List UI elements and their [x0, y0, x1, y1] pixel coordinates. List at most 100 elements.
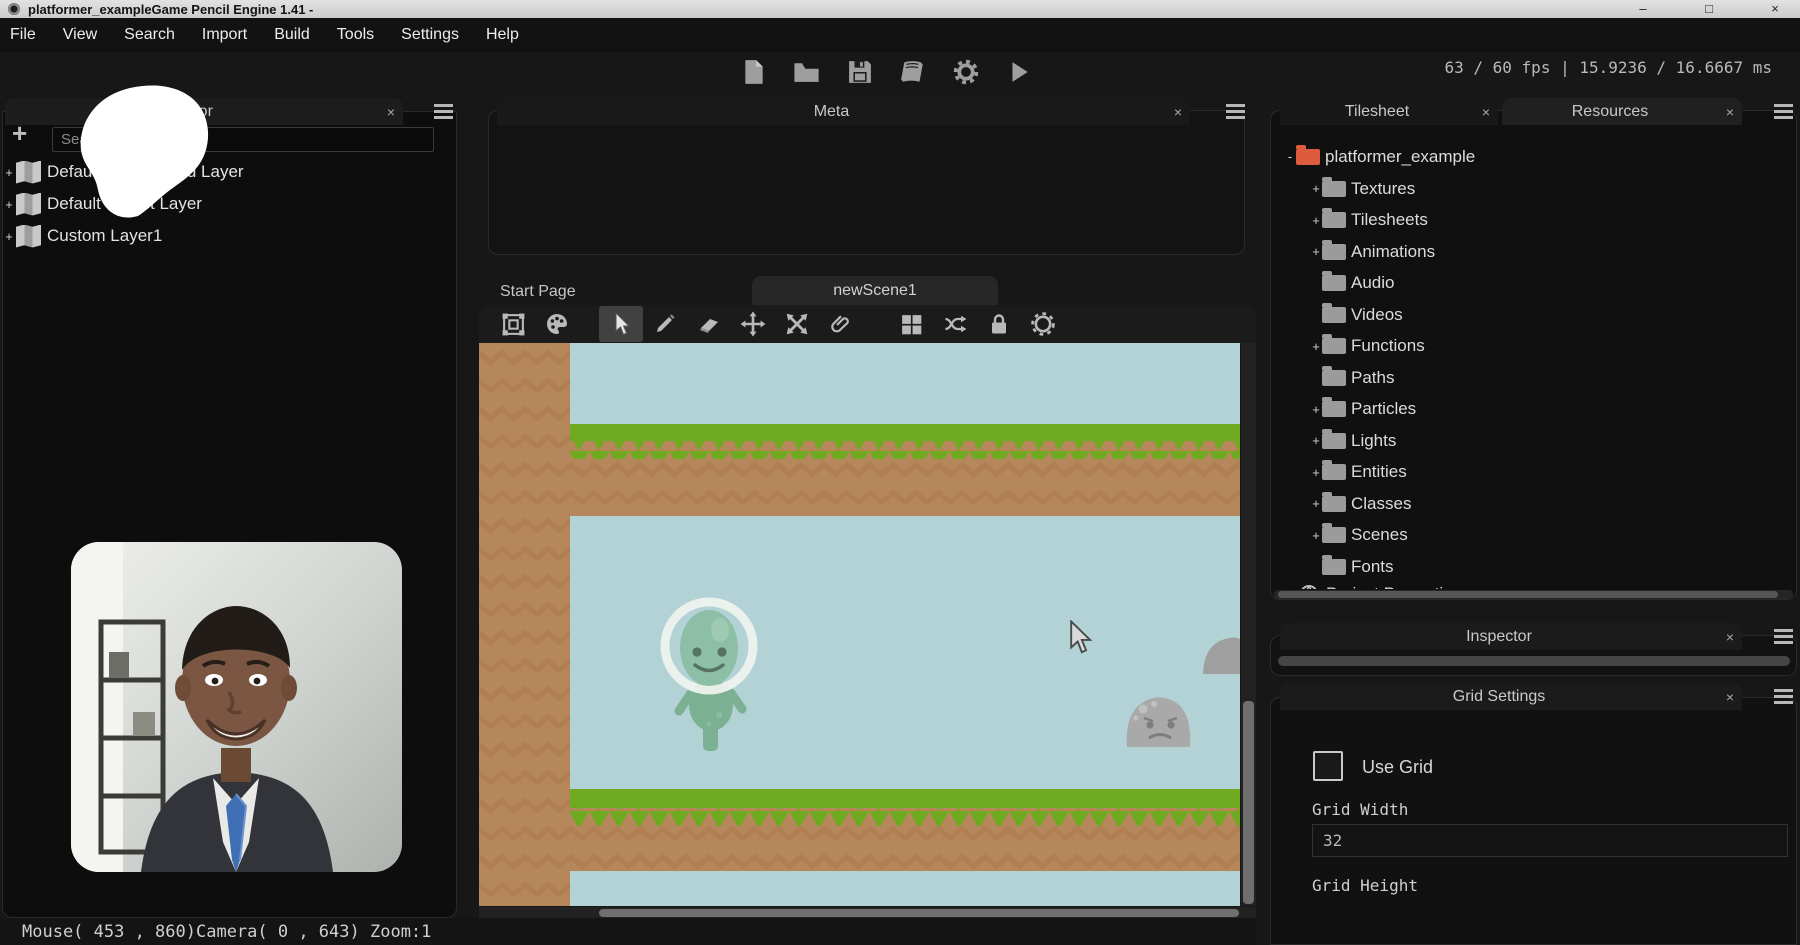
grid-settings-title: Grid Settings — [1280, 688, 1718, 706]
scene-toolbar — [479, 305, 1256, 343]
menu-settings[interactable]: Settings — [401, 26, 459, 44]
tree-row-functions[interactable]: +Functions — [1310, 331, 1425, 362]
run-play-icon[interactable] — [1005, 59, 1032, 86]
expand-icon[interactable]: + — [3, 229, 15, 244]
tree-row-project-properties[interactable]: Project Properties — [1298, 578, 1718, 589]
tab-grid-settings[interactable]: Grid Settings × — [1280, 683, 1742, 710]
grid-settings-menu-icon[interactable] — [1774, 689, 1793, 704]
expand-icon[interactable]: + — [3, 165, 15, 180]
tree-row-videos[interactable]: Videos — [1310, 299, 1403, 330]
eraser-icon[interactable] — [687, 306, 731, 342]
scene-frame-icon[interactable] — [491, 306, 535, 342]
expand-icon[interactable]: + — [1310, 244, 1322, 259]
palette-icon[interactable] — [535, 306, 579, 342]
pencil-icon[interactable] — [643, 306, 687, 342]
folder-icon — [1322, 559, 1346, 575]
tree-row-entities[interactable]: +Entities — [1310, 457, 1407, 488]
meta-panel-menu-icon[interactable] — [1226, 104, 1245, 119]
move-tool-icon[interactable] — [731, 306, 775, 342]
lock-icon[interactable] — [977, 306, 1021, 342]
scene-options-ring-icon[interactable] — [1021, 306, 1065, 342]
menu-view[interactable]: View — [63, 26, 97, 44]
tree-row-paths[interactable]: Paths — [1310, 362, 1394, 393]
menu-file[interactable]: File — [10, 26, 36, 44]
scene-tab-label: newScene1 — [833, 282, 917, 300]
shuffle-icon[interactable] — [933, 306, 977, 342]
folder-icon — [1322, 527, 1346, 543]
editor-close-icon[interactable]: × — [379, 104, 403, 120]
tiles-grid-icon[interactable] — [889, 306, 933, 342]
tree-row-particles[interactable]: + Particles — [1310, 394, 1416, 425]
manual-book-icon[interactable] — [899, 59, 926, 86]
tab-resources[interactable]: Resources × — [1502, 98, 1742, 125]
expand-icon[interactable]: + — [1310, 213, 1322, 228]
tab-meta[interactable]: Meta × — [497, 98, 1190, 125]
tree-row-tilesheets[interactable]: +Tilesheets — [1310, 205, 1428, 236]
tree-row-classes[interactable]: +Classes — [1310, 488, 1411, 519]
use-grid-checkbox[interactable] — [1313, 751, 1343, 781]
tree-row-audio[interactable]: Audio — [1310, 268, 1394, 299]
tilesheet-close-icon[interactable]: × — [1474, 104, 1498, 120]
folder-icon — [1322, 433, 1346, 449]
tab-start-page[interactable]: Start Page — [500, 278, 576, 305]
grid-settings-close-icon[interactable]: × — [1718, 689, 1742, 705]
grid-width-input[interactable] — [1312, 824, 1788, 857]
collapse-icon[interactable]: - — [1284, 149, 1296, 164]
tree-row-animations[interactable]: +Animations — [1310, 236, 1435, 267]
properties-icon — [1298, 583, 1320, 590]
menu-tools[interactable]: Tools — [337, 26, 374, 44]
expand-icon[interactable]: + — [1310, 496, 1322, 511]
scene-canvas[interactable] — [479, 343, 1240, 906]
folder-icon — [1322, 370, 1346, 386]
expand-icon[interactable]: + — [1310, 465, 1322, 480]
editor-panel-menu-icon[interactable] — [434, 104, 453, 119]
menu-build[interactable]: Build — [274, 26, 310, 44]
select-cursor-icon[interactable] — [599, 306, 643, 342]
folder-icon — [1322, 212, 1346, 228]
settings-gear-icon[interactable] — [952, 59, 979, 86]
transform-tool-icon[interactable] — [775, 306, 819, 342]
meta-close-icon[interactable]: × — [1166, 104, 1190, 120]
tab-tilesheet[interactable]: Tilesheet × — [1280, 98, 1498, 125]
maximize-button[interactable]: □ — [1694, 0, 1724, 18]
resources-tab-label: Resources — [1502, 103, 1718, 121]
menu-bar: File View Search Import Build Tools Sett… — [0, 18, 1800, 52]
tree-row-project-root[interactable]: - platformer_example — [1284, 141, 1475, 172]
expand-icon[interactable]: + — [1310, 181, 1322, 196]
expand-icon[interactable]: + — [1310, 528, 1322, 543]
resources-horizontal-scrollbar[interactable] — [1274, 590, 1793, 599]
canvas-vertical-scrollbar[interactable] — [1241, 343, 1256, 906]
tree-row-scenes[interactable]: +Scenes — [1310, 520, 1408, 551]
tree-label: Particles — [1351, 399, 1416, 419]
resources-close-icon[interactable]: × — [1718, 104, 1742, 120]
save-icon[interactable] — [846, 59, 873, 86]
menu-search[interactable]: Search — [124, 26, 175, 44]
add-layer-button[interactable]: + — [12, 122, 27, 144]
new-file-icon[interactable] — [740, 59, 767, 86]
resources-panel-menu-icon[interactable] — [1774, 104, 1793, 119]
tree-label: Textures — [1351, 179, 1415, 199]
folder-icon — [1322, 244, 1346, 260]
menu-import[interactable]: Import — [202, 26, 247, 44]
expand-icon[interactable]: + — [3, 197, 15, 212]
inspector-panel-menu-icon[interactable] — [1774, 629, 1793, 644]
expand-icon[interactable]: + — [1310, 433, 1322, 448]
title-bar: platformer_exampleGame Pencil Engine 1.4… — [0, 0, 1800, 18]
tab-inspector[interactable]: Inspector × — [1280, 623, 1742, 650]
tree-label: Lights — [1351, 431, 1396, 451]
folder-icon — [1322, 464, 1346, 480]
folder-icon — [1322, 496, 1346, 512]
menu-help[interactable]: Help — [486, 26, 519, 44]
tree-row-lights[interactable]: + Lights — [1310, 425, 1396, 456]
meta-panel-body — [488, 110, 1245, 255]
attach-paperclip-icon[interactable] — [819, 306, 863, 342]
inspector-scrollbar[interactable] — [1278, 656, 1790, 666]
minimize-button[interactable]: – — [1628, 0, 1658, 18]
open-folder-icon[interactable] — [793, 59, 820, 86]
expand-icon[interactable]: + — [1310, 402, 1322, 417]
close-button[interactable]: × — [1760, 0, 1790, 18]
tab-new-scene1[interactable]: newScene1 — [752, 276, 998, 305]
tree-row-textures[interactable]: + Textures — [1310, 173, 1415, 204]
inspector-close-icon[interactable]: × — [1718, 629, 1742, 645]
expand-icon[interactable]: + — [1310, 339, 1322, 354]
